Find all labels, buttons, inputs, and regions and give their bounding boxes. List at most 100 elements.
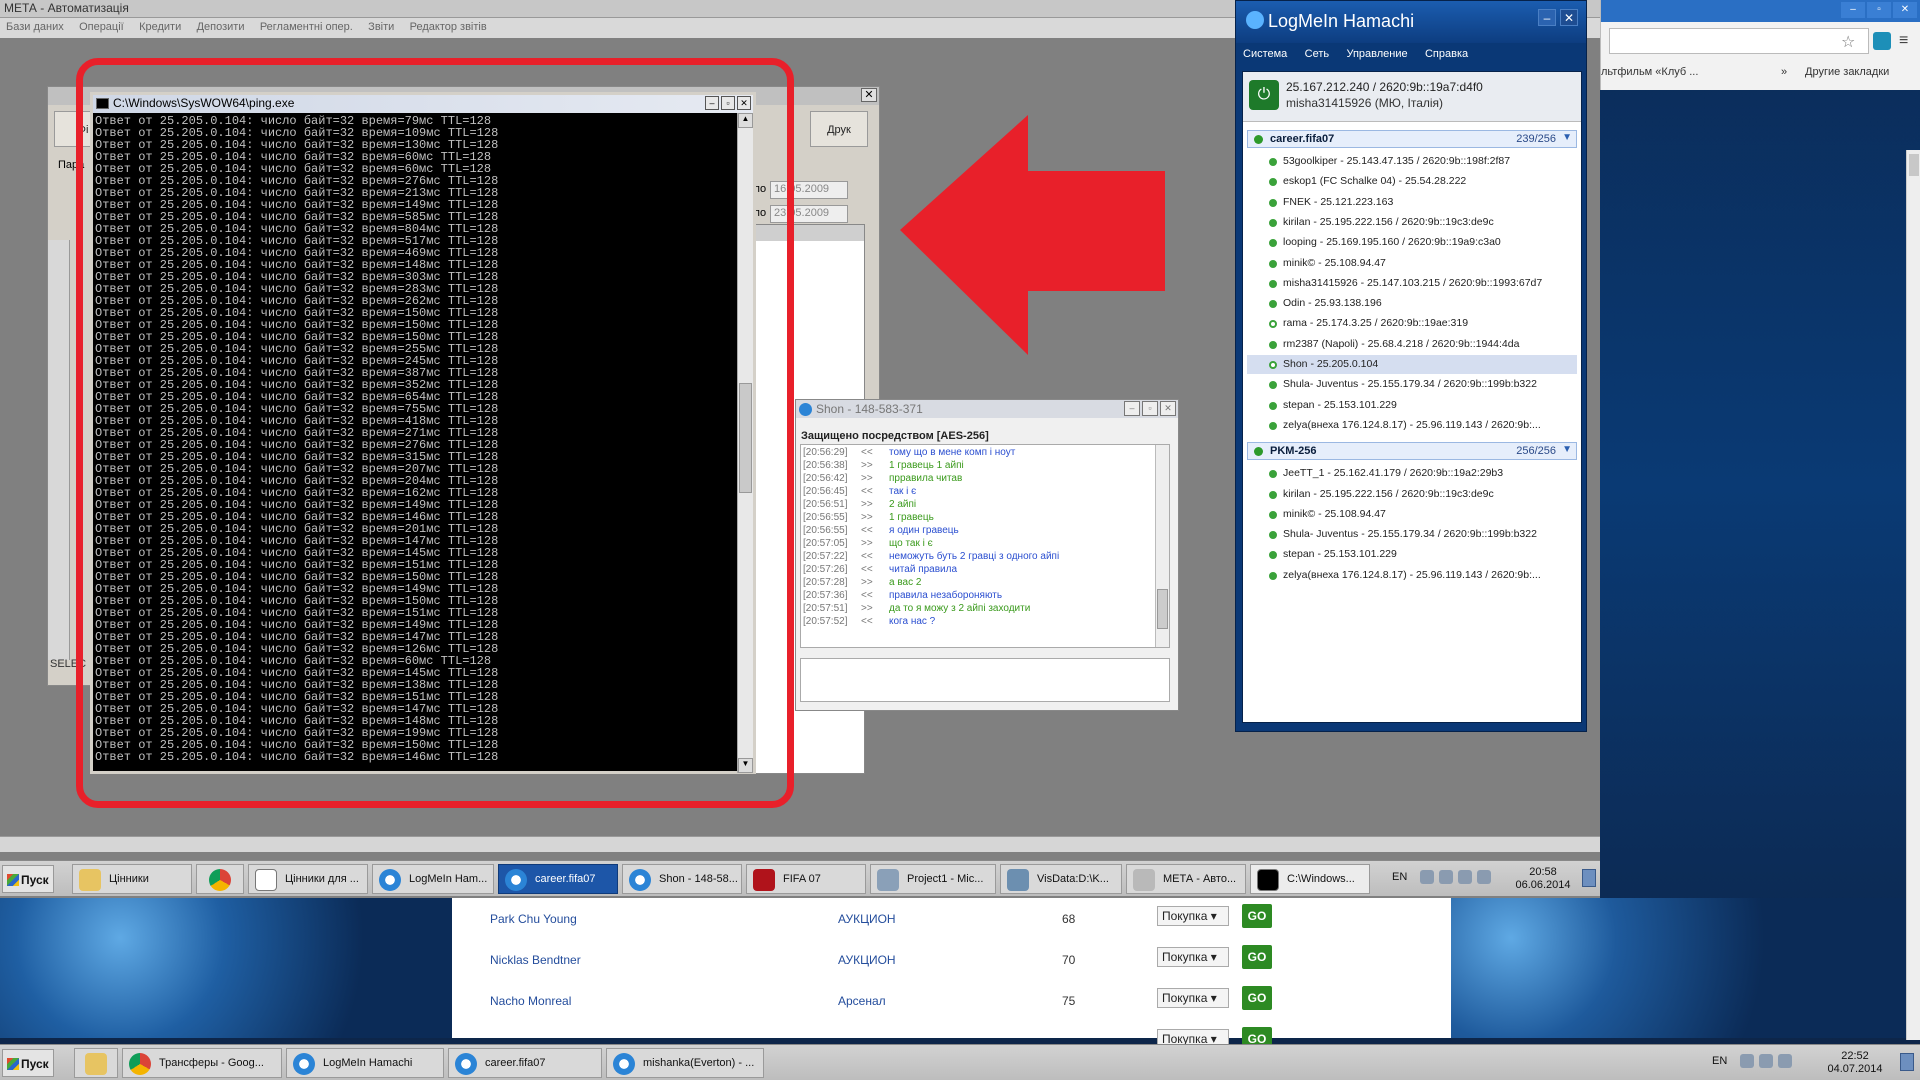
go-button[interactable]: GO [1242, 986, 1272, 1010]
remote-clock[interactable]: 20:58 06.06.2014 [1508, 866, 1578, 892]
peer-item[interactable]: rm2387 (Napoli) - 25.68.4.218 / 2620:9b:… [1247, 335, 1577, 354]
power-icon[interactable]: ⏻ [1249, 80, 1279, 110]
peer-item[interactable]: kirilan - 25.195.222.156 / 2620:9b::19c3… [1247, 485, 1577, 504]
menu-reports[interactable]: Звіти [362, 18, 400, 36]
tray-volume-icon[interactable] [1778, 1054, 1792, 1068]
tray-network-icon[interactable] [1458, 870, 1472, 884]
chat-close-button[interactable]: ✕ [1160, 401, 1176, 416]
peer-item[interactable]: kirilan - 25.195.222.156 / 2620:9b::19c3… [1247, 213, 1577, 232]
peer-item[interactable]: stepan - 25.153.101.229 [1247, 545, 1577, 564]
menu-system[interactable]: Система [1236, 45, 1294, 63]
menu-network[interactable]: Сеть [1298, 45, 1336, 63]
menu-regulations[interactable]: Регламентні опер. [254, 18, 359, 36]
chat-input[interactable] [800, 658, 1170, 702]
menu-report-editor[interactable]: Редактор звітів [404, 18, 493, 36]
local-start-button[interactable]: Пуск [2, 1049, 54, 1077]
chrome-maximize-button[interactable]: ▫ [1867, 2, 1891, 18]
hamachi-close-button[interactable]: ✕ [1560, 9, 1578, 26]
chevron-down-icon[interactable]: ▼ [1562, 444, 1572, 455]
peer-item[interactable]: eskop1 (FC Schalke 04) - 25.54.28.222 [1247, 172, 1577, 191]
task-career-fifa07-local[interactable]: career.fifa07 [448, 1048, 602, 1078]
bookmark-item[interactable]: льтфильм «Клуб ... [1601, 66, 1698, 78]
chat-scrollbar[interactable] [1155, 445, 1169, 647]
tray-arrow-icon[interactable] [1420, 870, 1434, 884]
language-indicator[interactable]: EN [1392, 871, 1407, 883]
menu-operations[interactable]: Операції [73, 18, 130, 36]
task-meta[interactable]: МЕТА - Авто... [1126, 864, 1246, 894]
chrome-address-bar[interactable] [1609, 28, 1869, 54]
peer-item[interactable]: JeeTT_1 - 25.162.41.179 / 2620:9b::19a2:… [1247, 464, 1577, 483]
network-header[interactable]: PKM-256 256/256 ▼ [1247, 442, 1577, 461]
player-name-link[interactable]: Park Chu Young [490, 912, 577, 926]
action-select[interactable]: Покупка ▾ [1157, 988, 1229, 1008]
task-explorer[interactable] [74, 1048, 118, 1078]
peer-item[interactable]: FNEK - 25.121.223.163 [1247, 193, 1577, 212]
go-button[interactable]: GO [1242, 945, 1272, 969]
menu-management[interactable]: Управление [1339, 45, 1414, 63]
task-chrome[interactable] [196, 864, 244, 894]
peer-label: eskop1 (FC Schalke 04) - 25.54.28.222 [1283, 175, 1467, 188]
player-name-link[interactable]: Nacho Monreal [490, 994, 571, 1008]
chat-maximize-button[interactable]: ▫ [1142, 401, 1158, 416]
chrome-minimize-button[interactable]: – [1841, 2, 1865, 18]
browser-scrollbar[interactable] [1906, 150, 1920, 1040]
show-desktop-button-local[interactable] [1900, 1053, 1914, 1071]
language-indicator-local[interactable]: EN [1712, 1055, 1727, 1067]
peer-item[interactable]: Shula- Juventus - 25.155.179.34 / 2620:9… [1247, 375, 1577, 394]
chrome-close-button[interactable]: ✕ [1893, 2, 1917, 18]
menu-deposits[interactable]: Депозити [191, 18, 251, 36]
peer-item[interactable]: rama - 25.174.3.25 / 2620:9b::19ae:319 [1247, 314, 1577, 333]
meta-dialog-close-button[interactable]: ✕ [861, 88, 877, 102]
remote-start-button[interactable]: Пуск [2, 865, 54, 893]
peer-item[interactable]: Shula- Juventus - 25.155.179.34 / 2620:9… [1247, 525, 1577, 544]
other-bookmarks[interactable]: Другие закладки [1805, 66, 1889, 78]
tray-volume-icon[interactable] [1477, 870, 1491, 884]
bookmarks-more[interactable]: » [1781, 66, 1787, 78]
task-project1[interactable]: Project1 - Mic... [870, 864, 996, 894]
bookmark-star-icon[interactable]: ☆ [1841, 32, 1855, 52]
peer-item[interactable]: zelya(внеха 176.124.8.17) - 25.96.119.14… [1247, 566, 1577, 585]
menu-credits[interactable]: Кредити [133, 18, 187, 36]
local-clock[interactable]: 22:52 04.07.2014 [1820, 1050, 1890, 1076]
peer-item[interactable]: minik© - 25.108.94.47 [1247, 254, 1577, 273]
network-header[interactable]: career.fifa07 239/256 ▼ [1247, 130, 1577, 148]
task-chrome-transfers[interactable]: Трансферы - Goog... [122, 1048, 282, 1078]
task-cmd[interactable]: C:\Windows... [1250, 864, 1370, 894]
action-select[interactable]: Покупка ▾ [1157, 906, 1229, 926]
peer-item[interactable]: zelya(внеха 176.124.8.17) - 25.96.119.14… [1247, 416, 1577, 435]
menu-help[interactable]: Справка [1418, 45, 1475, 63]
task-shon-chat[interactable]: Shon - 148-58... [622, 864, 742, 894]
tray-hamachi-icon[interactable] [1740, 1054, 1754, 1068]
menu-databases[interactable]: Бази даних [0, 18, 70, 36]
peer-label: zelya(внеха 176.124.8.17) - 25.96.119.14… [1283, 418, 1541, 431]
action-select[interactable]: Покупка ▾ [1157, 947, 1229, 967]
task-logmein-hamachi[interactable]: LogMeIn Hamachi [286, 1048, 444, 1078]
task-visdata[interactable]: VisData:D:\K... [1000, 864, 1122, 894]
peer-item[interactable]: 53goolkiper - 25.143.47.135 / 2620:9b::1… [1247, 152, 1577, 171]
task-hamachi[interactable]: LogMeIn Ham... [372, 864, 494, 894]
peer-label: minik© - 25.108.94.47 [1283, 256, 1386, 269]
peer-item[interactable]: Shon - 25.205.0.104 [1247, 355, 1577, 374]
chat-minimize-button[interactable]: – [1124, 401, 1140, 416]
print-button[interactable]: Друк [810, 111, 868, 147]
tray-hamachi-icon[interactable] [1439, 870, 1453, 884]
peer-item[interactable]: Odin - 25.93.138.196 [1247, 294, 1577, 313]
peer-item[interactable]: minik© - 25.108.94.47 [1247, 505, 1577, 524]
extension-icon[interactable] [1873, 32, 1891, 50]
task-mishanka-chat[interactable]: mishanka(Everton) - ... [606, 1048, 764, 1078]
task-tsinnyky-doc[interactable]: Цінники для ... [248, 864, 368, 894]
task-career-fifa07[interactable]: career.fifa07 [498, 864, 618, 894]
hamachi-icon [629, 869, 651, 891]
task-fifa07[interactable]: FIFA 07 [746, 864, 866, 894]
player-name-link[interactable]: Nicklas Bendtner [490, 953, 581, 967]
show-desktop-button[interactable] [1582, 869, 1596, 887]
chrome-menu-icon[interactable]: ≡ [1899, 32, 1908, 50]
peer-item[interactable]: stepan - 25.153.101.229 [1247, 396, 1577, 415]
peer-item[interactable]: misha31415926 - 25.147.103.215 / 2620:9b… [1247, 274, 1577, 293]
go-button[interactable]: GO [1242, 904, 1272, 928]
task-tsinnyky-folder[interactable]: Цінники [72, 864, 192, 894]
chevron-down-icon[interactable]: ▼ [1562, 132, 1572, 143]
tray-network-icon[interactable] [1759, 1054, 1773, 1068]
hamachi-minimize-button[interactable]: – [1538, 9, 1556, 26]
peer-item[interactable]: looping - 25.169.195.160 / 2620:9b::19a9… [1247, 233, 1577, 252]
